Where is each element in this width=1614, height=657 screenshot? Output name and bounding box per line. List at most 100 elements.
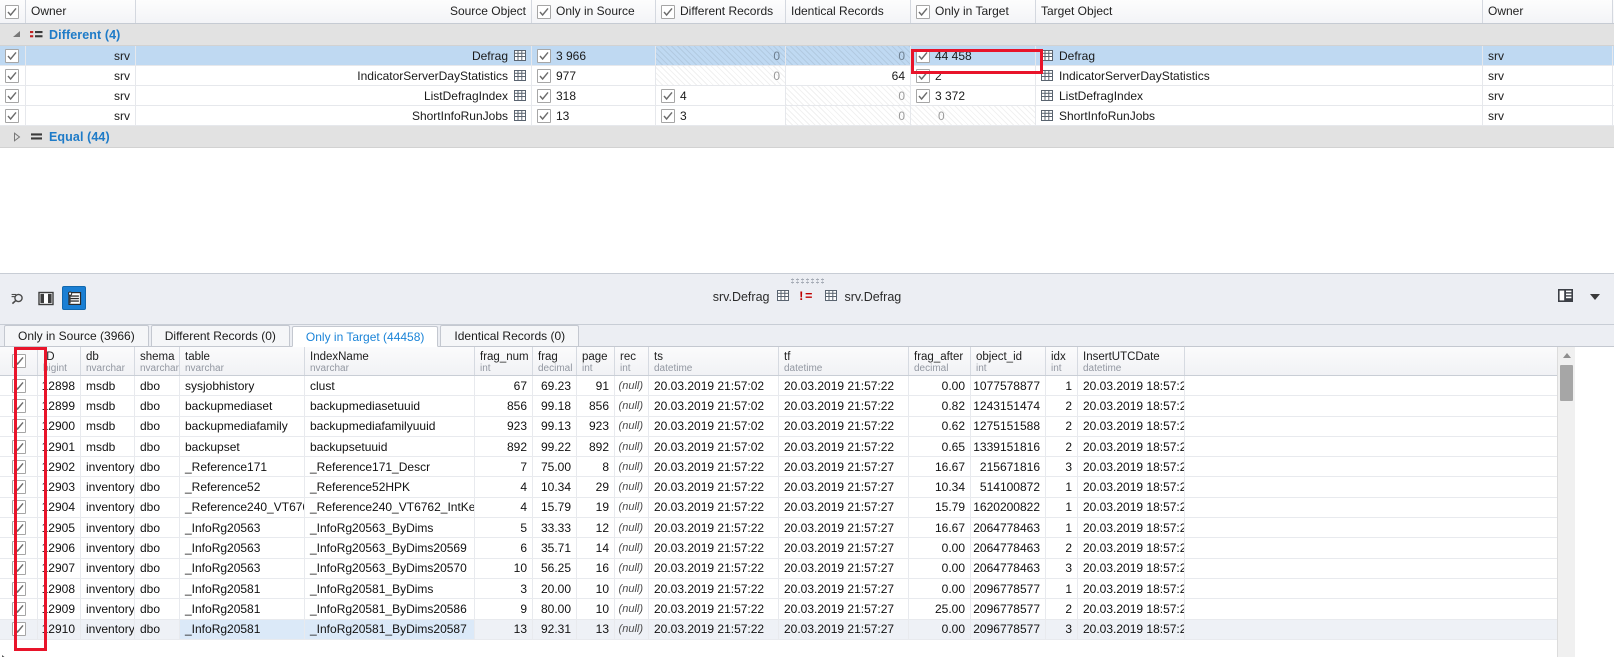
checkbox-icon[interactable] [537, 4, 551, 19]
group-header-equal[interactable]: Equal (44) [0, 126, 1614, 148]
column-header-db[interactable]: db nvarchar [81, 347, 135, 375]
group-header-different[interactable]: Different (4) [0, 24, 1614, 46]
column-header-table[interactable]: table nvarchar [180, 347, 305, 375]
checkbox-icon[interactable] [11, 480, 26, 495]
checkbox-icon[interactable] [916, 68, 930, 83]
column-header-only-in-source[interactable]: Only in Source [532, 0, 656, 23]
table-row[interactable]: 12908 inventory dbo _InfoRg20581 _InfoRg2058… [0, 578, 1557, 600]
column-header-shema[interactable]: shema nvarchar [135, 347, 180, 375]
table-row[interactable]: 12906 inventory dbo _InfoRg20563 _InfoRg2056… [0, 538, 1557, 559]
cell-different-records[interactable]: 3 [656, 106, 786, 125]
checkbox-icon[interactable] [916, 4, 930, 19]
cell-different-records[interactable]: 4 [656, 86, 786, 105]
column-header-ts[interactable]: ts datetime [649, 347, 779, 375]
row-checkbox-cell[interactable] [0, 106, 26, 125]
checkbox-icon[interactable] [11, 500, 26, 515]
column-header-page[interactable]: page int [577, 347, 615, 375]
table-row[interactable]: 12904 inventory dbo _Reference240_VT6762 _Re… [0, 497, 1557, 519]
column-header-target-object[interactable]: Target Object [1036, 0, 1483, 23]
scrollbar-thumb[interactable] [1560, 365, 1573, 401]
column-header-object-id[interactable]: object_id int [971, 347, 1046, 375]
checkbox-icon[interactable] [11, 561, 26, 576]
checkbox-icon[interactable] [661, 4, 675, 19]
tab-identical-records[interactable]: Identical Records (0) [440, 325, 580, 346]
checkbox-icon[interactable] [5, 68, 19, 83]
checkbox-icon[interactable] [5, 88, 19, 103]
table-row[interactable]: 12902 inventory dbo _Reference171 _Reference… [0, 457, 1557, 478]
table-row[interactable]: 12910 inventory dbo _InfoRg20581 _InfoRg2058… [0, 619, 1557, 640]
select-all-records-header[interactable] [0, 347, 38, 375]
row-checkbox-cell[interactable] [0, 66, 26, 85]
table-row[interactable]: 12899 msdb dbo backupmediaset backupmediaset… [0, 396, 1557, 417]
checkbox-icon[interactable] [11, 520, 26, 535]
checkbox-icon[interactable] [5, 4, 19, 19]
column-header-idx[interactable]: idx int [1046, 347, 1078, 375]
checkbox-icon[interactable] [11, 378, 26, 393]
checkbox-icon[interactable] [11, 581, 26, 596]
table-row[interactable]: 12900 msdb dbo backupmediafamily backupmedia… [0, 416, 1557, 437]
checkbox-icon[interactable] [11, 622, 26, 637]
checkbox-icon[interactable] [916, 88, 930, 103]
checkbox-icon[interactable] [916, 48, 930, 63]
column-header-identical-records[interactable]: Identical Records [786, 0, 911, 23]
column-header-tf[interactable]: tf datetime [779, 347, 909, 375]
column-header-indexname[interactable]: IndexName nvarchar [305, 347, 475, 375]
checkbox-icon[interactable] [5, 48, 19, 63]
expand-twisty-icon[interactable] [8, 131, 26, 142]
column-header-source-object[interactable]: Source Object [136, 0, 532, 23]
checkbox-icon[interactable] [11, 601, 26, 616]
table-row[interactable]: srv ShortInfoRunJobs 13 3 0 0 ShortInfoR… [0, 106, 1614, 126]
cell-only-in-source[interactable]: 318 [532, 86, 656, 105]
row-checkbox-cell[interactable] [0, 86, 26, 105]
checkbox-icon[interactable] [661, 88, 675, 103]
column-header-id[interactable]: ID bigint [38, 347, 81, 375]
column-header-frag-after[interactable]: frag_after decimal [909, 347, 971, 375]
cell-only-in-source[interactable]: 977 [532, 66, 656, 85]
table-row[interactable]: 12901 msdb dbo backupset backupsetuuid 892 99.… [0, 436, 1557, 458]
cell-only-in-source[interactable]: 3 966 [532, 46, 656, 65]
table-row[interactable]: 12905 inventory dbo _InfoRg20563 _InfoRg2056… [0, 518, 1557, 539]
scroll-up-button[interactable] [1558, 347, 1575, 364]
tab-only-in-source[interactable]: Only in Source (3966) [4, 325, 149, 346]
table-row[interactable]: srv Defrag 3 966 0 0 44 458 Defrag srv [0, 46, 1614, 66]
column-chooser-icon[interactable] [1557, 288, 1574, 306]
table-row[interactable]: 12909 inventory dbo _InfoRg20581 _InfoRg2058… [0, 599, 1557, 620]
checkbox-icon[interactable] [661, 108, 675, 123]
dropdown-caret-icon[interactable] [1590, 294, 1600, 300]
collapse-twisty-icon[interactable] [8, 30, 26, 40]
checkbox-icon[interactable] [537, 48, 551, 63]
row-checkbox-cell[interactable] [0, 46, 26, 65]
checkbox-icon[interactable] [537, 88, 551, 103]
checkbox-icon[interactable] [11, 354, 26, 368]
table-row[interactable]: srv IndicatorServerDayStatistics 977 0 6… [0, 66, 1614, 86]
tab-different-records[interactable]: Different Records (0) [150, 325, 290, 346]
table-row[interactable]: 12907 inventory dbo _InfoRg20563 _InfoRg2056… [0, 558, 1557, 579]
select-all-objects-header[interactable] [0, 0, 26, 23]
checkbox-icon[interactable] [537, 108, 551, 123]
cell-only-in-source[interactable]: 13 [532, 106, 656, 125]
column-header-frag[interactable]: frag decimal [533, 347, 577, 375]
checkbox-icon[interactable] [11, 419, 26, 434]
checkbox-icon[interactable] [11, 439, 26, 454]
checkbox-icon[interactable] [537, 68, 551, 83]
tab-only-in-target[interactable]: Only in Target (44458) [291, 326, 439, 347]
column-header-owner-target[interactable]: Owner [1483, 0, 1613, 23]
cell-only-in-target[interactable]: 3 372 [911, 86, 1036, 105]
cell-only-in-target[interactable]: 2 [911, 66, 1036, 85]
table-row[interactable]: 12903 inventory dbo _Reference52 _Reference5… [0, 477, 1557, 498]
checkbox-icon[interactable] [5, 108, 19, 123]
checkbox-icon[interactable] [11, 398, 26, 413]
checkbox-icon[interactable] [11, 459, 26, 474]
column-header-different-records[interactable]: Different Records [656, 0, 786, 23]
column-header-only-in-target[interactable]: Only in Target [911, 0, 1036, 23]
splitter-grip[interactable] [790, 278, 824, 284]
cell-only-in-target[interactable]: 44 458 [911, 46, 1036, 65]
column-header-rec[interactable]: rec int [615, 347, 649, 375]
table-row[interactable]: srv ListDefragIndex 318 4 0 3 372 ListDe… [0, 86, 1614, 106]
column-header-insertutcdate[interactable]: InsertUTCDate datetime [1078, 347, 1185, 375]
column-header-owner[interactable]: Owner [26, 0, 136, 23]
checkbox-icon[interactable] [11, 541, 26, 556]
detail-vertical-scrollbar[interactable] [1557, 347, 1575, 657]
table-row[interactable]: 12898 msdb dbo sysjobhistory clust 67 69.23 91(… [0, 376, 1557, 397]
column-header-frag-num[interactable]: frag_num int [475, 347, 533, 375]
